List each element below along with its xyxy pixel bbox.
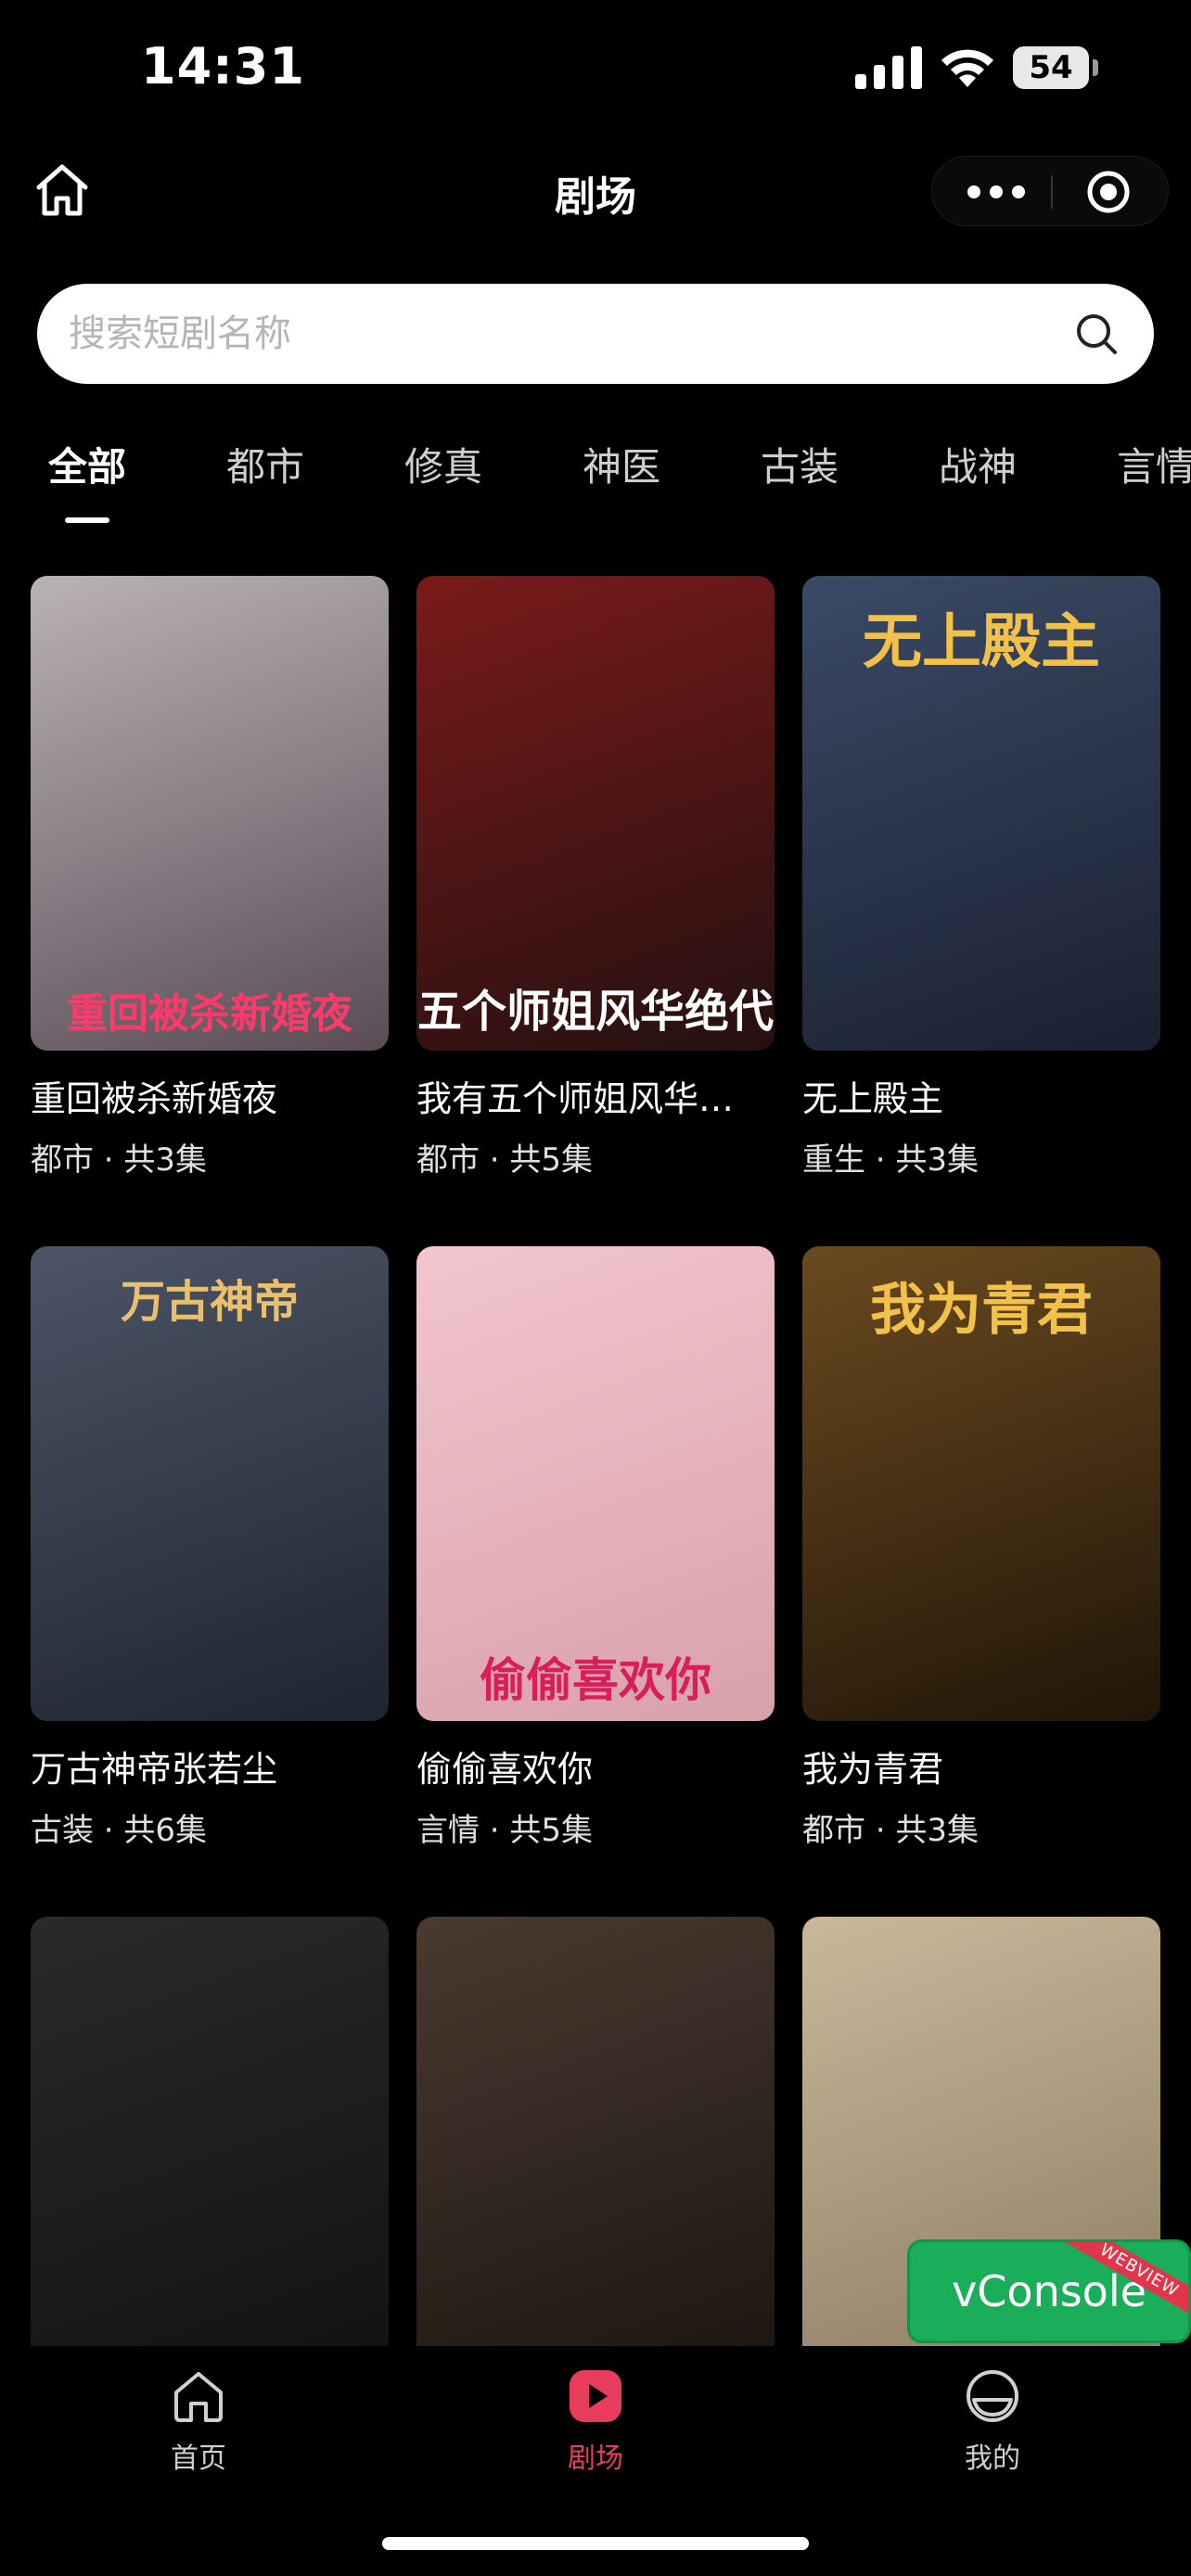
tab-urban[interactable]: 都市	[226, 436, 304, 492]
active-tab-indicator	[65, 517, 109, 523]
more-icon[interactable]	[967, 157, 1025, 227]
drama-poster[interactable]	[31, 1917, 389, 2391]
tab-doctor[interactable]: 神医	[583, 436, 660, 492]
drama-meta: 都市 · 共3集	[802, 1812, 980, 1849]
drama-meta: 都市 · 共3集	[31, 1141, 208, 1179]
vconsole-label: vConsole	[952, 2266, 1146, 2316]
tab-war-god[interactable]: 战神	[939, 436, 1017, 492]
battery-level: 54	[1029, 49, 1073, 86]
poster-title-art: 偷偷喜欢你	[480, 1652, 711, 1707]
drama-title: 重回被杀新婚夜	[31, 1078, 278, 1119]
search-input[interactable]	[69, 284, 1070, 384]
drama-meta: 古装 · 共6集	[31, 1812, 208, 1849]
tabbar-profile-label: 我的	[965, 2442, 1020, 2475]
tabbar-theater-label: 剧场	[568, 2442, 623, 2475]
vconsole-button[interactable]: vConsole WEBVIEW	[907, 2239, 1191, 2343]
drama-card[interactable]: 无上殿主 无上殿主 重生 · 共3集	[802, 576, 1160, 1180]
drama-card[interactable]: 重回被杀新婚夜 重回被杀新婚夜 都市 · 共3集	[31, 576, 389, 1180]
drama-poster[interactable]	[416, 1917, 775, 2391]
drama-poster[interactable]: 重回被杀新婚夜	[31, 576, 389, 1051]
poster-title-art: 五个师姐风华绝代	[416, 986, 774, 1038]
tabbar-home-label: 首页	[171, 2442, 226, 2475]
play-icon	[570, 2370, 621, 2422]
profile-icon	[967, 2370, 1018, 2422]
drama-poster[interactable]: 无上殿主	[802, 576, 1160, 1051]
drama-card[interactable]: 五个师姐风华绝代 我有五个师姐风华… 都市 · 共5集	[416, 576, 775, 1180]
drama-poster[interactable]: 万古神帝	[31, 1246, 389, 1721]
status-time: 14:31	[141, 37, 305, 96]
tabbar-profile[interactable]: 我的	[900, 2366, 1085, 2476]
tab-cultivation[interactable]: 修真	[404, 436, 482, 492]
poster-title-art: 重回被杀新婚夜	[67, 990, 352, 1038]
drama-meta: 重生 · 共3集	[802, 1141, 980, 1179]
drama-card[interactable]: 偷偷喜欢你 偷偷喜欢你 言情 · 共5集	[416, 1246, 775, 1851]
battery-indicator: 54	[1013, 46, 1098, 89]
category-tabs: 全部 都市 修真 神医 古装 战神 言情	[0, 436, 1191, 519]
drama-title: 偷偷喜欢你	[416, 1749, 594, 1790]
poster-title-art: 万古神帝	[120, 1276, 299, 1328]
tabbar-theater[interactable]: 剧场	[503, 2366, 688, 2476]
drama-title: 无上殿主	[802, 1078, 944, 1119]
wifi-icon	[941, 49, 993, 87]
drama-card[interactable]	[31, 1917, 389, 2391]
drama-title: 万古神帝张若尘	[31, 1749, 278, 1790]
drama-meta: 言情 · 共5集	[416, 1812, 594, 1849]
search-bar	[37, 284, 1154, 384]
home-indicator	[382, 2537, 809, 2550]
drama-title: 我有五个师姐风华…	[416, 1078, 735, 1119]
search-icon[interactable]	[1074, 312, 1119, 356]
drama-poster[interactable]: 五个师姐风华绝代	[416, 576, 775, 1051]
poster-title-art: 无上殿主	[863, 607, 1100, 677]
drama-card[interactable]	[416, 1917, 775, 2391]
tab-romance[interactable]: 言情	[1117, 436, 1191, 492]
drama-title: 我为青君	[802, 1749, 944, 1790]
tab-all[interactable]: 全部	[48, 436, 126, 492]
drama-poster[interactable]: 我为青君	[802, 1246, 1160, 1721]
drama-meta: 都市 · 共5集	[416, 1141, 594, 1179]
mini-program-capsule	[931, 156, 1169, 226]
tabbar-home[interactable]: 首页	[106, 2366, 291, 2476]
poster-title-art: 我为青君	[870, 1278, 1093, 1343]
home-icon	[174, 2372, 223, 2422]
status-bar: 14:31 54	[0, 0, 1191, 139]
drama-card[interactable]: 我为青君 我为青君 都市 · 共3集	[802, 1246, 1160, 1851]
tab-costume[interactable]: 古装	[761, 436, 839, 492]
cellular-signal-icon	[855, 46, 922, 89]
drama-poster[interactable]: 偷偷喜欢你	[416, 1246, 775, 1721]
close-target-icon[interactable]	[1086, 170, 1131, 214]
capsule-divider	[1051, 175, 1053, 209]
drama-card[interactable]: 万古神帝 万古神帝张若尘 古装 · 共6集	[31, 1246, 389, 1851]
